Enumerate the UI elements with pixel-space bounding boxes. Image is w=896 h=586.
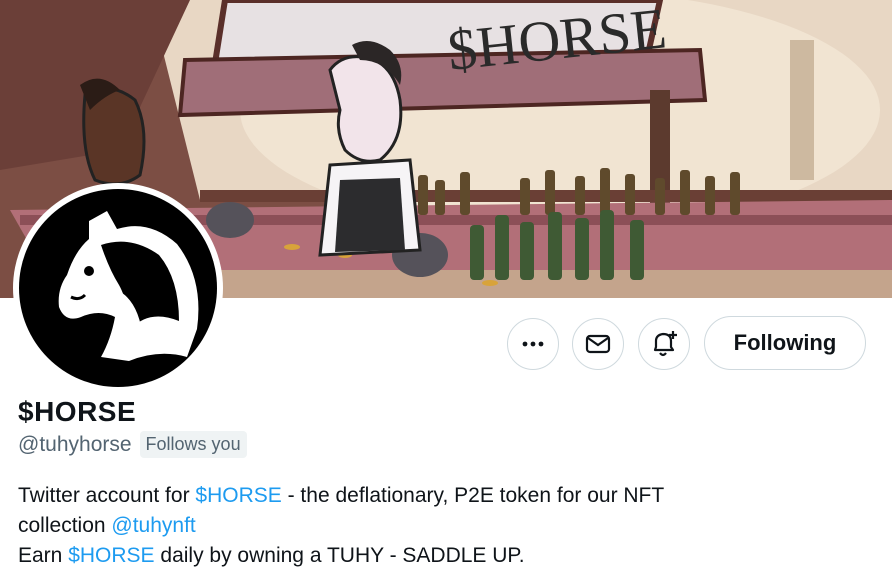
profile-handle: @tuhyhorse [18, 432, 132, 456]
bio-text: daily by owning a TUHY - SADDLE UP. [154, 544, 525, 567]
envelope-icon [585, 334, 611, 354]
bell-plus-icon [653, 331, 677, 357]
bio-text: - the deflationary, P2E token for our NF… [281, 484, 665, 507]
following-button[interactable]: Following [704, 316, 866, 370]
profile-bio: Twitter account for $HORSE - the deflati… [18, 481, 664, 571]
follows-you-badge: Follows you [139, 431, 247, 458]
bio-line-3: Earn $HORSE daily by owning a TUHY - SAD… [18, 541, 664, 571]
bio-text: Earn [18, 544, 69, 567]
right-gutter [892, 0, 896, 586]
bio-text: collection [18, 514, 112, 537]
profile-avatar[interactable] [13, 183, 223, 393]
mention-link[interactable]: @tuhynft [111, 514, 195, 537]
notifications-button[interactable] [638, 318, 690, 370]
message-button[interactable] [572, 318, 624, 370]
more-options-button[interactable] [507, 318, 559, 370]
profile-display-name: $HORSE [18, 396, 137, 427]
bio-line-1: Twitter account for $HORSE - the deflati… [18, 481, 664, 511]
horse-head-logo-icon [58, 211, 199, 361]
bio-text: Twitter account for [18, 484, 196, 507]
bio-line-2: collection @tuhynft [18, 511, 664, 541]
more-dots-icon [522, 341, 544, 347]
handle-row: @tuhyhorse Follows you [18, 431, 247, 458]
cashtag-link[interactable]: $HORSE [68, 544, 154, 567]
avatar-image [19, 189, 217, 387]
cashtag-link[interactable]: $HORSE [195, 484, 281, 507]
